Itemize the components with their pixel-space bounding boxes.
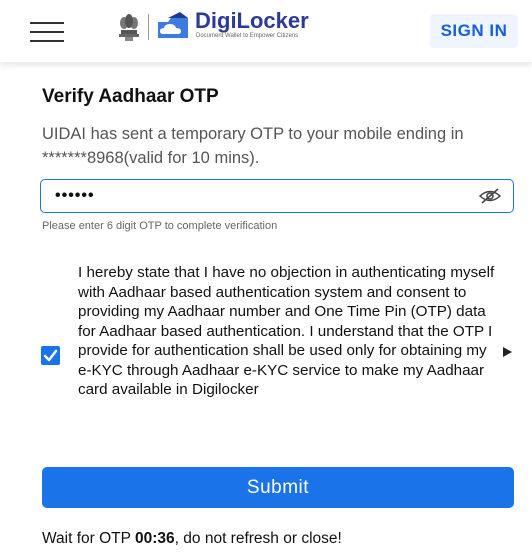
cloud-folder-icon — [158, 12, 188, 38]
otp-timer-message: Wait for OTP 00:36, do not refresh or cl… — [42, 530, 342, 548]
otp-timer: 00:36 — [135, 530, 175, 547]
otp-hint: Please enter 6 digit OTP to complete ver… — [42, 220, 278, 232]
timer-suffix: , do not refresh or close! — [174, 530, 342, 547]
national-emblem-icon — [119, 14, 139, 41]
hamburger-menu-icon[interactable] — [30, 22, 64, 42]
otp-input[interactable] — [55, 184, 455, 208]
consent-checkbox[interactable] — [41, 346, 60, 365]
app-header: DigiLocker Document Wallet to Empower Ci… — [0, 0, 532, 62]
consent-text: I hereby state that I have no objection … — [78, 264, 495, 398]
logo-name: DigiLocker — [195, 8, 309, 33]
expand-arrow-icon[interactable] — [503, 347, 512, 357]
logo-tagline: Document Wallet to Empower Citizens — [196, 33, 299, 39]
timer-prefix: Wait for OTP — [42, 530, 136, 547]
otp-field-container — [40, 179, 514, 213]
submit-button[interactable]: Submit — [42, 467, 514, 508]
logo-divider — [148, 14, 149, 40]
sign-in-button[interactable]: SIGN IN — [430, 14, 518, 48]
otp-description: UIDAI has sent a temporary OTP to your m… — [42, 125, 464, 167]
eye-slash-icon[interactable] — [479, 187, 501, 205]
page-title: Verify Aadhaar OTP — [42, 86, 219, 107]
